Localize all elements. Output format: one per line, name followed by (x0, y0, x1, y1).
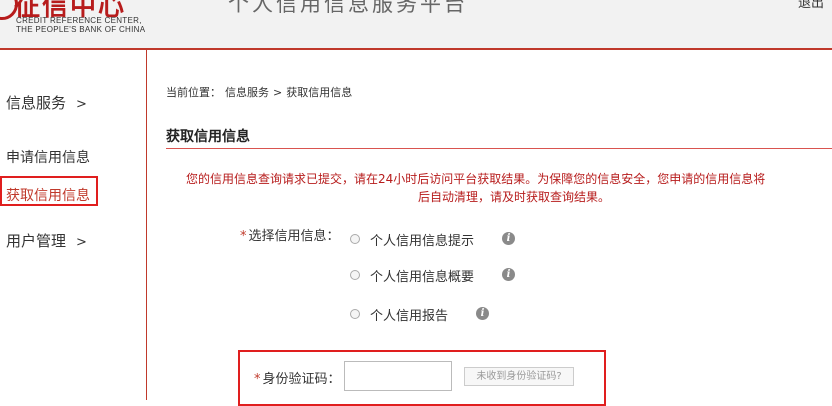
sidebar-item-apply-credit-info[interactable]: 申请信用信息 (6, 147, 90, 167)
chevron-right-icon: > (76, 97, 87, 112)
id-code-label: * 身份验证码： (254, 368, 341, 387)
logout-link[interactable]: 退出 (798, 0, 824, 11)
required-mark: * (254, 372, 261, 387)
sidebar-group-info-service[interactable]: 信息服务 > (6, 92, 87, 113)
breadcrumb-prefix: 当前位置： (166, 86, 221, 99)
info-icon[interactable]: i (502, 232, 515, 245)
top-header: 征信中心 CREDIT REFERENCE CENTER, THE PEOPLE… (0, 0, 832, 50)
option-label: 个人信用报告 (370, 309, 449, 324)
id-code-input[interactable] (344, 361, 452, 391)
sidebar-group-label: 信息服务 (6, 94, 67, 112)
info-icon[interactable]: i (476, 307, 489, 320)
radio-button[interactable] (350, 270, 360, 280)
notice-line-1: 您的信用信息查询请求已提交，请在24小时后访问平台获取结果。为保障您的信息安全，… (186, 172, 766, 186)
sidebar-item-get-credit-info[interactable]: 获取信用信息 (0, 176, 98, 206)
title-divider (166, 148, 832, 149)
info-icon[interactable]: i (502, 268, 515, 281)
radio-button[interactable] (350, 234, 360, 244)
sidebar-group-label: 用户管理 (6, 232, 67, 250)
option-credit-report[interactable]: 个人信用报告 i (350, 305, 495, 325)
select-credit-info-label: * 选择信用信息： (240, 225, 340, 244)
breadcrumb-separator: > (273, 86, 283, 99)
chevron-right-icon: > (76, 235, 87, 250)
breadcrumb-level2: 获取信用信息 (286, 86, 353, 99)
breadcrumb-level1[interactable]: 信息服务 (225, 86, 269, 99)
option-credit-info-hint[interactable]: 个人信用信息提示 i (350, 230, 520, 250)
id-code-label-text: 身份验证码： (262, 372, 341, 387)
option-label: 个人信用信息概要 (370, 270, 475, 285)
logo-english-line2: THE PEOPLE'S BANK OF CHINA (16, 25, 146, 34)
id-code-not-received-button[interactable]: 未收到身份验证码? (464, 367, 574, 386)
sidebar-item-label: 获取信用信息 (6, 188, 90, 204)
page-title: 获取信用信息 (166, 129, 250, 145)
site-title: 个人信用信息服务平台 (228, 0, 468, 16)
option-label: 个人信用信息提示 (370, 234, 475, 249)
select-label-text: 选择信用信息： (248, 229, 340, 244)
logo-english-line1: CREDIT REFERENCE CENTER, (16, 16, 142, 25)
sidebar-group-user-management[interactable]: 用户管理 > (6, 230, 87, 251)
required-mark: * (240, 229, 247, 244)
breadcrumb: 当前位置： 信息服务 > 获取信用信息 (166, 84, 356, 100)
radio-button[interactable] (350, 309, 360, 319)
notice-line-2: 后自动清理，请及时获取查询结果。 (418, 190, 611, 204)
option-credit-info-summary[interactable]: 个人信用信息概要 i (350, 266, 520, 286)
notice-message: 您的信用信息查询请求已提交，请在24小时后访问平台获取结果。为保障您的信息安全，… (170, 170, 832, 206)
